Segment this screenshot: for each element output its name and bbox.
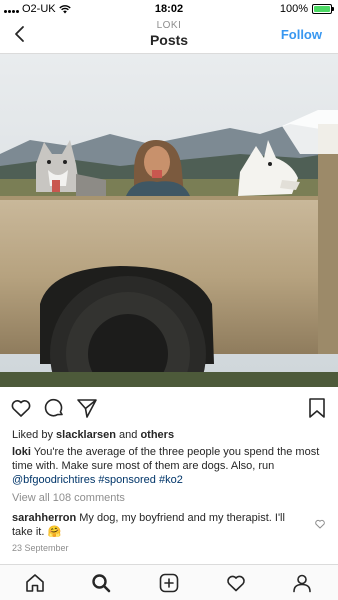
caption: loki You're the average of the three peo… [12, 445, 328, 487]
post-date: 23 September [12, 543, 69, 553]
status-bar: O2-UK 18:02 100% [0, 0, 338, 18]
status-right: 100% [279, 3, 334, 15]
caption-username[interactable]: loki [12, 446, 31, 458]
caption-text: You're the average of the three people y… [12, 446, 320, 472]
bottom-nav [0, 564, 338, 600]
comment: sarahherron My dog, my boyfriend and my … [12, 511, 308, 539]
post-header: LOKI Posts Follow [0, 18, 338, 54]
liker-username[interactable]: slacklarsen [56, 429, 116, 441]
battery-percent: 100% [279, 3, 308, 15]
share-icon[interactable] [75, 396, 99, 420]
bookmark-icon[interactable] [305, 396, 329, 420]
hashtag-ko2[interactable]: #ko2 [159, 474, 183, 486]
likes-prefix: Liked by [12, 429, 57, 441]
likes-connector: and [115, 429, 141, 441]
profile-icon[interactable] [291, 572, 313, 594]
battery-icon [312, 4, 334, 14]
likes-line: Liked by slacklarsen and others [12, 428, 328, 442]
view-all-comments-link[interactable]: View all 108 comments [12, 491, 328, 505]
comment-icon[interactable] [42, 396, 66, 420]
activity-heart-icon[interactable] [225, 572, 247, 594]
home-icon[interactable] [24, 572, 46, 594]
follow-button[interactable]: Follow [281, 27, 322, 42]
post-photo-illustration [0, 54, 338, 387]
heart-icon[interactable] [9, 396, 33, 420]
mention-link[interactable]: @bfgoodrichtires [12, 474, 95, 486]
post-actions [0, 394, 338, 422]
likes-others-link[interactable]: others [140, 429, 174, 441]
post-image[interactable] [0, 54, 338, 387]
battery-fill [314, 6, 330, 12]
comment-like-heart-icon[interactable] [314, 518, 326, 530]
hashtag-sponsored[interactable]: #sponsored [98, 474, 156, 486]
add-post-icon[interactable] [158, 572, 180, 594]
comment-username[interactable]: sarahherron [12, 512, 76, 524]
search-icon[interactable] [90, 572, 112, 594]
